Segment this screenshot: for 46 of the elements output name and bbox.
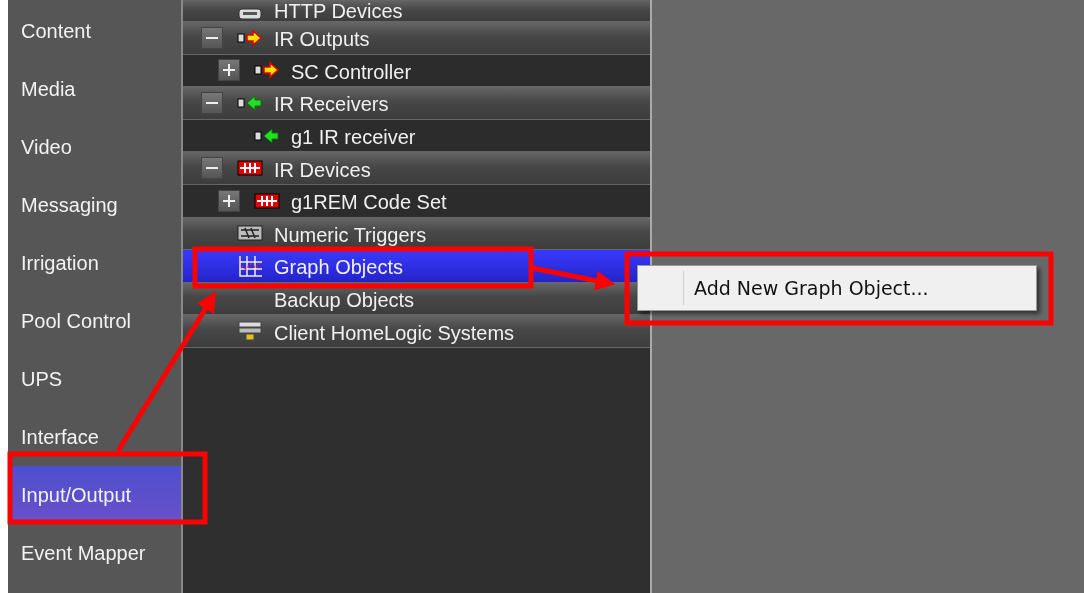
sidebar-item[interactable]: Messaging [8,176,181,234]
tree-row[interactable]: IR Devices [183,152,650,185]
tree-item-label: IR Devices [274,157,371,180]
tree-row[interactable]: IR Receivers [183,87,650,120]
plus-icon [223,64,235,77]
remote-code-icon [237,160,263,177]
device-icon [237,7,263,21]
tree-item-label: HTTP Devices [274,0,403,21]
tree-item-label: Client HomeLogic Systems [274,320,515,343]
sidebar-item[interactable]: Interface [8,408,181,466]
tree-item-label: Backup Objects [274,288,415,311]
menu-item[interactable]: Add New Graph Object... [686,271,937,305]
expander-button[interactable] [201,157,223,180]
sidebar-item[interactable]: Pool Control [8,292,181,350]
graph-icon [237,253,263,278]
ir-input-icon [254,126,280,145]
ir-output-icon [254,61,280,80]
plus-icon [223,194,235,207]
minus-icon [206,102,218,104]
expander-button[interactable] [218,189,240,212]
sidebar-item[interactable]: Video [8,118,181,176]
sidebar-item[interactable]: Event Mapper [8,524,181,582]
remote-code-icon [254,192,280,209]
minus-icon [206,36,218,39]
sidebar-item[interactable]: Irrigation [8,234,181,292]
tree-item-label: Graph Objects [274,255,403,278]
tree-item-label: g1REM Code Set [291,190,447,213]
numeric-icon [237,224,263,243]
tree-item-label: g1 IR receiver [291,125,416,148]
ir-input-icon [237,94,263,112]
minus-icon [206,167,218,170]
tree-row[interactable]: IR Outputs [183,22,650,55]
tree-item-label: IR Outputs [274,27,370,50]
tree-item-label: SC Controller [291,59,412,82]
tree-row[interactable]: HTTP Devices [183,0,650,22]
expander-button[interactable] [201,92,223,114]
tree-row[interactable]: Client HomeLogic Systems [183,315,650,348]
sidebar-item[interactable]: UPS [8,350,181,408]
tree-item-label: IR Receivers [274,92,389,115]
ir-output-icon [237,28,263,47]
expander-button[interactable] [218,59,240,82]
sidebar-item[interactable]: Media [8,60,181,118]
tree-item-label: Numeric Triggers [274,222,427,245]
expander-button[interactable] [201,26,223,49]
server-icon [237,320,263,343]
sidebar-item[interactable]: Content [8,2,181,60]
